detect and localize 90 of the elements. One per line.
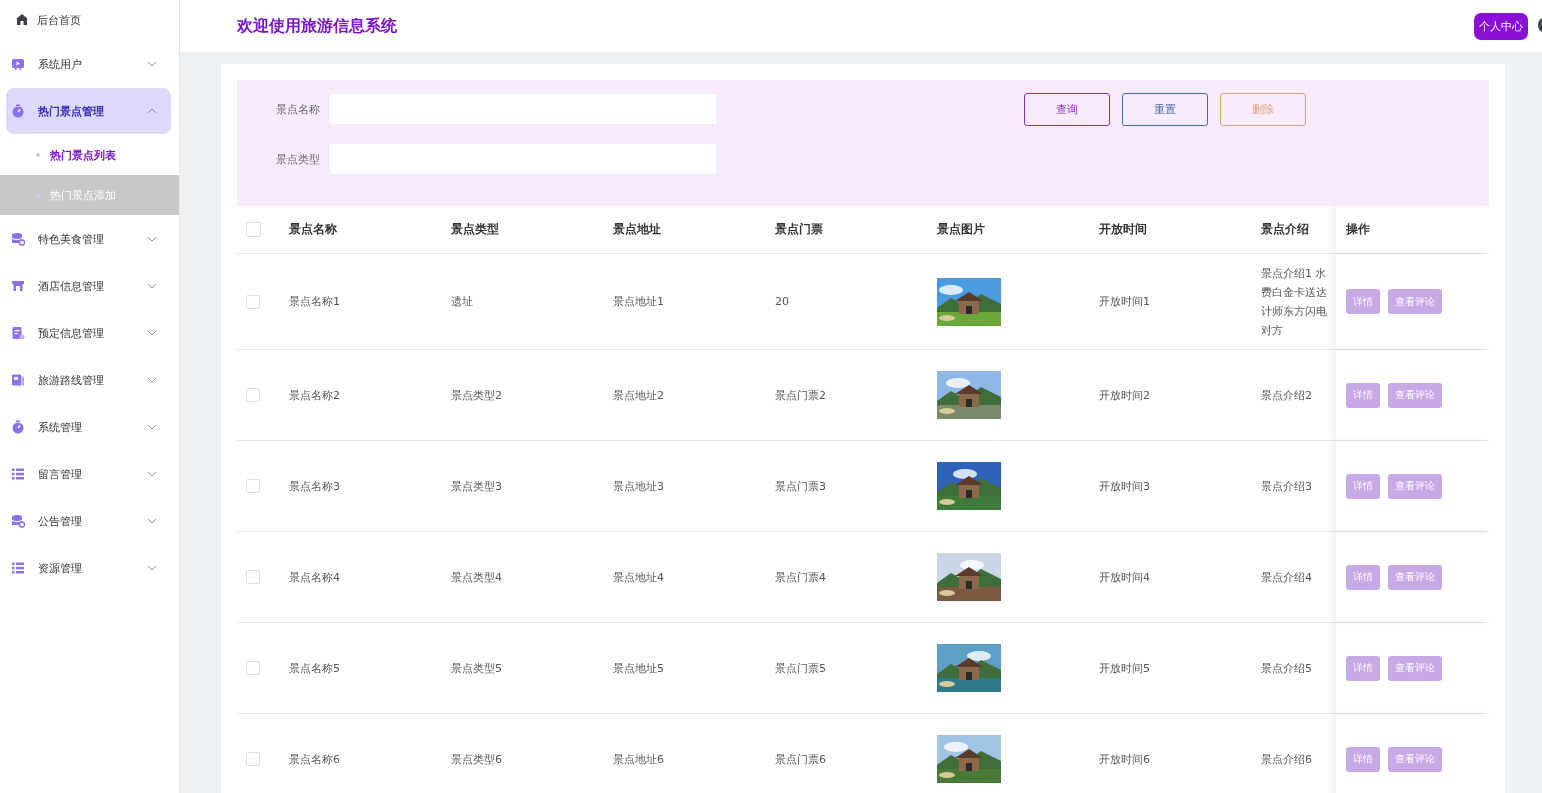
table-cell: 景点门票5 bbox=[775, 660, 826, 676]
table-cell-text: 景点介绍2 bbox=[1261, 387, 1312, 404]
book-icon bbox=[11, 373, 25, 387]
checkbox[interactable] bbox=[246, 661, 260, 675]
checkbox[interactable] bbox=[246, 388, 260, 402]
table-cell: 景点门票6 bbox=[775, 751, 826, 767]
table-cell: 景点地址1 bbox=[613, 294, 664, 309]
table-cell: 开放时间5 bbox=[1099, 660, 1150, 676]
table-cell: 景点地址3 bbox=[613, 478, 664, 494]
list-icon bbox=[11, 467, 25, 481]
home-icon bbox=[15, 13, 29, 27]
column-header: 景点门票 bbox=[775, 221, 823, 238]
checkbox[interactable] bbox=[246, 222, 261, 237]
table-cell: 景点名称1 bbox=[289, 294, 340, 309]
table-cell: 开放时间2 bbox=[1099, 387, 1150, 403]
checkbox[interactable] bbox=[246, 752, 260, 766]
database-icon bbox=[11, 232, 25, 246]
column-header: 景点地址 bbox=[613, 221, 661, 238]
table-cell: 景点门票4 bbox=[775, 569, 826, 585]
menu-item[interactable]: 系统用户 bbox=[6, 41, 171, 87]
column-header: 景点类型 bbox=[451, 221, 499, 238]
chevron-down-icon bbox=[147, 518, 157, 524]
column-header: 开放时间 bbox=[1099, 221, 1147, 238]
table-cell: 景点类型2 bbox=[451, 387, 502, 403]
table-cell-text: 景点介绍5 bbox=[1261, 660, 1312, 677]
submenu-item[interactable]: 热门景点列表 bbox=[0, 135, 179, 175]
reset-button[interactable]: 重置 bbox=[1122, 93, 1208, 126]
chevron-down-icon bbox=[147, 471, 157, 477]
timer-icon bbox=[11, 104, 25, 118]
table-cell: 景点名称2 bbox=[289, 387, 340, 403]
menu-item[interactable]: 特色美食管理 bbox=[6, 216, 171, 262]
table-cell: 景点类型3 bbox=[451, 478, 502, 494]
home-menu-item[interactable]: 后台首页 bbox=[0, 0, 179, 40]
table-cell: 景点类型6 bbox=[451, 751, 502, 767]
table-cell: 开放时间3 bbox=[1099, 478, 1150, 494]
column-header: 景点名称 bbox=[289, 221, 337, 238]
building-icon bbox=[11, 279, 25, 293]
menu-item[interactable]: 酒店信息管理 bbox=[6, 263, 171, 309]
page-title: 欢迎使用旅游信息系统 bbox=[237, 15, 398, 37]
menu-item[interactable]: 预定信息管理 bbox=[6, 310, 171, 356]
list-icon bbox=[11, 561, 25, 575]
table-cell-text: 景点介绍6 bbox=[1261, 751, 1312, 768]
chevron-down-icon bbox=[147, 377, 157, 383]
chevron-up-icon bbox=[147, 108, 157, 114]
table-cell: 景点地址4 bbox=[613, 569, 664, 585]
chevron-down-icon bbox=[147, 424, 157, 430]
checkbox[interactable] bbox=[246, 479, 260, 493]
field-label: 景点名称 bbox=[275, 101, 321, 117]
table-cell-text: 景点介绍1 水费白金卡送达计师东方闪电对方 bbox=[1261, 265, 1328, 339]
chevron-down-icon bbox=[147, 330, 157, 336]
column-header: 景点介绍 bbox=[1261, 221, 1309, 238]
column-header: 操作 bbox=[1346, 221, 1370, 238]
table-cell: 20 bbox=[775, 295, 789, 308]
document-icon bbox=[11, 326, 25, 340]
field-label: 景点类型 bbox=[275, 151, 321, 167]
video-icon bbox=[11, 57, 25, 71]
chevron-down-icon bbox=[147, 61, 157, 67]
menu-item[interactable]: 热门景点管理 bbox=[6, 88, 171, 134]
menu-item[interactable]: 旅游路线管理 bbox=[6, 357, 171, 403]
menu-item[interactable]: 资源管理 bbox=[6, 545, 171, 591]
column-header: 景点图片 bbox=[937, 221, 985, 238]
table-cell: 景点名称6 bbox=[289, 751, 340, 767]
table-cell: 景点名称4 bbox=[289, 569, 340, 585]
table-cell: 景点名称3 bbox=[289, 478, 340, 494]
chevron-down-icon bbox=[147, 236, 157, 242]
table-cell: 景点名称5 bbox=[289, 660, 340, 676]
user-center-button[interactable]: 个人中心 bbox=[1474, 12, 1528, 40]
chevron-down-icon bbox=[147, 565, 157, 571]
table-cell: 景点地址6 bbox=[613, 751, 664, 767]
menu-item[interactable]: 公告管理 bbox=[6, 498, 171, 544]
menu-item[interactable]: 系统管理 bbox=[6, 404, 171, 450]
table-cell: 开放时间6 bbox=[1099, 751, 1150, 767]
table-cell: 景点门票3 bbox=[775, 478, 826, 494]
database-icon bbox=[11, 514, 25, 528]
checkbox[interactable] bbox=[246, 570, 260, 584]
timer-icon bbox=[11, 420, 25, 434]
table-cell: 开放时间1 bbox=[1099, 294, 1150, 309]
table-cell: 开放时间4 bbox=[1099, 569, 1150, 585]
table-cell: 遗址 bbox=[451, 294, 473, 309]
menu-item[interactable]: 留言管理 bbox=[6, 451, 171, 497]
chevron-down-icon bbox=[147, 283, 157, 289]
checkbox[interactable] bbox=[246, 294, 260, 309]
search-button[interactable]: 查询 bbox=[1024, 93, 1110, 126]
table-cell: 景点类型4 bbox=[451, 569, 502, 585]
table-cell: 景点类型5 bbox=[451, 660, 502, 676]
table-cell-text: 景点介绍4 bbox=[1261, 569, 1312, 586]
table-cell: 景点地址2 bbox=[613, 387, 664, 403]
table-cell-text: 景点介绍3 bbox=[1261, 478, 1312, 495]
table-cell: 景点门票2 bbox=[775, 387, 826, 403]
table-cell: 景点地址5 bbox=[613, 660, 664, 676]
